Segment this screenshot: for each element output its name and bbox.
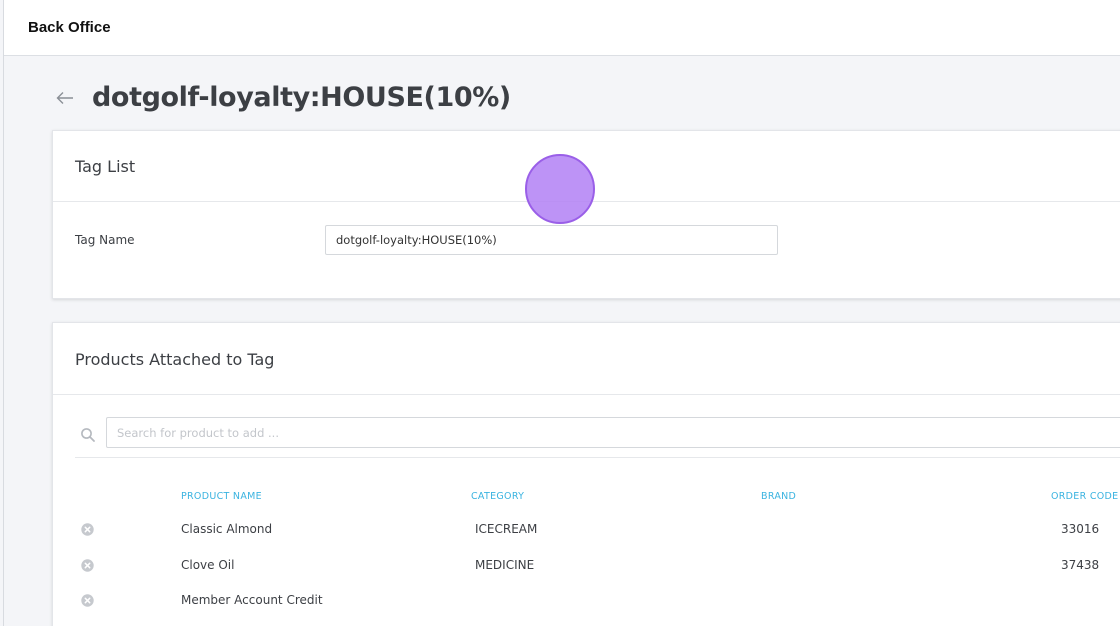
search-icon [81, 428, 95, 442]
product-order-code: 37438 [1061, 558, 1100, 572]
tag-name-label: Tag Name [75, 233, 135, 247]
product-name: Member Account Credit [181, 593, 323, 607]
product-name: Classic Almond [181, 522, 273, 536]
remove-circle-icon[interactable] [81, 523, 94, 536]
column-header-category[interactable]: CATEGORY [471, 491, 524, 502]
column-header-product-name[interactable]: PRODUCT NAME [181, 491, 262, 502]
top-bar: Back Office [4, 0, 1120, 56]
product-order-code: 33016 [1061, 522, 1100, 536]
tag-name-input[interactable] [325, 225, 778, 255]
column-header-brand[interactable]: BRAND [761, 491, 796, 502]
table-row: Clove Oil MEDICINE 37438 [53, 554, 1120, 578]
table-row: Member Account Credit [53, 589, 1120, 613]
left-border [3, 0, 4, 626]
back-button[interactable] [56, 83, 80, 113]
page-title: dotgolf-loyalty:HOUSE(10%) [92, 82, 511, 113]
tag-list-title: Tag List [75, 157, 136, 176]
products-title: Products Attached to Tag [75, 350, 275, 369]
table-row: Classic Almond ICECREAM 33016 [53, 518, 1120, 542]
remove-circle-icon[interactable] [81, 594, 94, 607]
product-category: ICECREAM [475, 522, 538, 536]
product-category: MEDICINE [475, 558, 535, 572]
page-header: dotgolf-loyalty:HOUSE(10%) [56, 82, 511, 113]
product-search-input[interactable] [106, 417, 1120, 448]
card-divider [53, 394, 1120, 395]
tag-list-card: Tag List Tag Name [52, 130, 1120, 299]
card-divider [53, 201, 1120, 202]
products-card: Products Attached to Tag PRODUCT NAME CA… [52, 322, 1120, 626]
app-brand[interactable]: Back Office [28, 19, 111, 36]
remove-circle-icon[interactable] [81, 559, 94, 572]
search-divider [75, 457, 1120, 458]
column-header-order-code[interactable]: ORDER CODE [1051, 491, 1118, 502]
product-name: Clove Oil [181, 558, 235, 572]
arrow-left-icon [56, 91, 73, 104]
